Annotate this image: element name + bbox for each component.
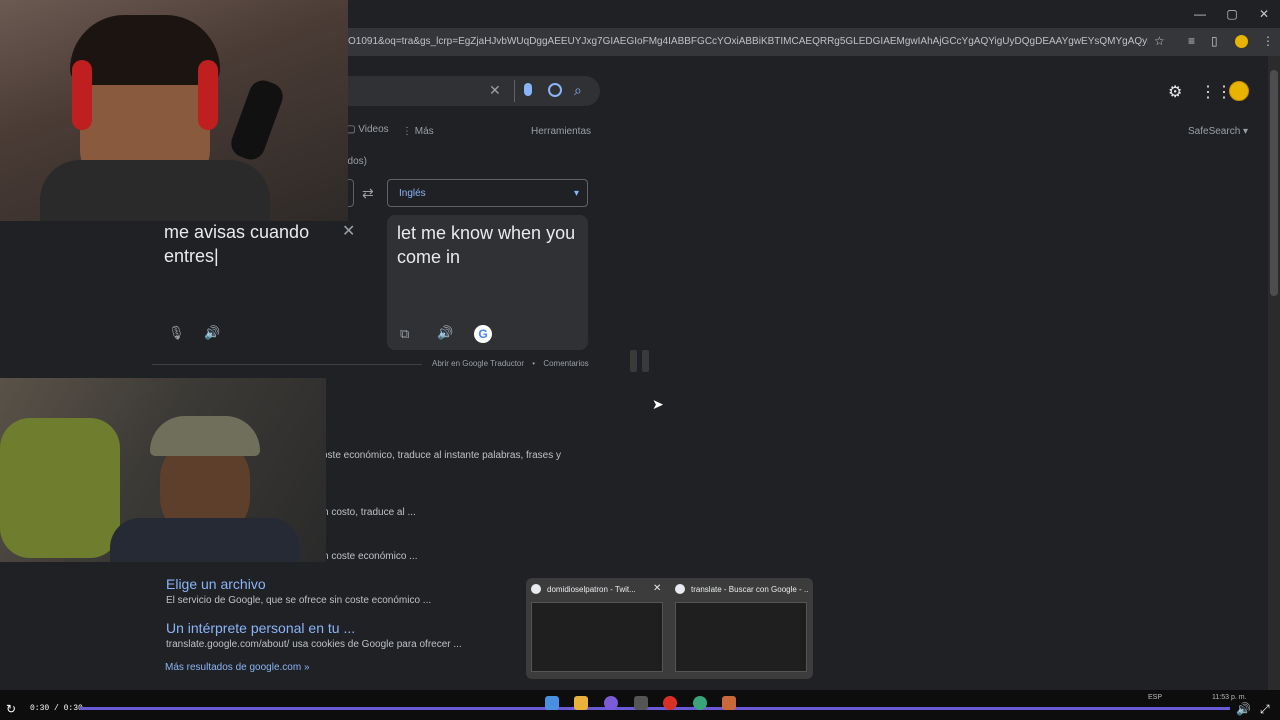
search-icon[interactable]: ⌕ — [574, 82, 582, 99]
search-divider — [514, 80, 515, 102]
volume-icon[interactable]: 🔊 — [1236, 702, 1251, 716]
copy-icon[interactable]: ⧉ — [400, 326, 409, 342]
menu-kebab-icon[interactable]: ⋮ — [1262, 34, 1274, 48]
taskbar-preview-popup: domidioselpatron - Twit... ✕ translate -… — [526, 578, 813, 679]
file-explorer-icon[interactable] — [574, 696, 588, 710]
preview-title: domidioselpatron - Twit... — [547, 585, 636, 594]
streamer-shirt — [110, 518, 300, 562]
star-icon[interactable]: ☆ — [1154, 34, 1165, 48]
url-text[interactable]: O1091&oq=tra&gs_lcrp=EgZjaHJvbWUqDggAEEU… — [348, 36, 1148, 47]
dropdown-caret-icon: ▾ — [573, 188, 579, 199]
chrome-taskbar-icon[interactable] — [663, 696, 677, 710]
speaker-icon[interactable]: 🔊 — [437, 325, 453, 341]
translator-footer: Abrir en Google Traductor • Comentarios — [432, 359, 589, 368]
separator: • — [532, 359, 536, 368]
playback-progress-bar[interactable] — [80, 707, 1230, 710]
side-panel-icon[interactable]: ▯ — [1211, 34, 1218, 48]
playback-time: 0:30 / 0:30 — [30, 704, 83, 713]
windows-start-icon[interactable] — [545, 696, 559, 710]
camo-cap — [150, 416, 260, 456]
background-blanket — [0, 418, 120, 558]
result-title-link[interactable]: Un intérprete personal en tu ... — [166, 620, 355, 636]
window-controls: — ▢ ✕ — [1184, 0, 1280, 28]
profile-avatar[interactable] — [1235, 35, 1248, 48]
source-text-input[interactable]: me avisas cuando entres| — [164, 220, 334, 268]
result-title-link[interactable]: Elige un archivo — [166, 576, 266, 592]
preview-thumbnail[interactable] — [531, 602, 663, 672]
speaker-icon[interactable]: 🔊 — [204, 325, 220, 341]
divider — [152, 364, 422, 365]
chrome-icon — [531, 584, 541, 594]
mouse-cursor-icon: ➤ — [652, 396, 664, 412]
tools-button[interactable]: Herramientas — [531, 126, 591, 137]
fullscreen-icon[interactable]: ⤢ — [1260, 702, 1270, 717]
app-icon[interactable] — [604, 696, 618, 710]
scrollbar-thumb[interactable] — [1270, 70, 1278, 296]
system-clock: 11:53 p. m. — [1212, 694, 1247, 701]
headphones — [72, 60, 92, 130]
clear-search-icon[interactable]: ✕ — [489, 82, 501, 99]
safesearch-button[interactable]: SafeSearch ▾ — [1188, 126, 1248, 137]
tab-more[interactable]: ⋮ Más — [402, 126, 434, 137]
lens-search-icon[interactable] — [548, 83, 562, 97]
clear-source-icon[interactable]: ✕ — [342, 221, 355, 241]
target-language-select[interactable]: Inglés ▾ — [387, 179, 588, 207]
result-snippet: n coste económico ... — [323, 551, 418, 562]
replay-icon[interactable]: ↻ — [6, 702, 16, 716]
result-snippet: n costo, traduce al ... — [323, 507, 416, 518]
result-snippet: translate.google.com/about/ usa cookies … — [166, 639, 462, 650]
dropdown-caret-icon: ▾ — [1243, 126, 1249, 137]
swap-languages-icon[interactable]: ⇄ — [362, 185, 374, 202]
webcam-overlay-top — [0, 0, 348, 221]
open-translator-link[interactable]: Abrir en Google Traductor — [432, 359, 524, 368]
app-icon[interactable] — [634, 696, 648, 710]
restore-button[interactable]: ▢ — [1216, 7, 1248, 21]
result-snippet: oste económico, traduce al instante pala… — [322, 450, 562, 461]
minimize-button[interactable]: — — [1184, 7, 1216, 21]
microphone — [227, 76, 287, 164]
preview-thumbnail[interactable] — [675, 602, 807, 672]
more-dots-icon: ⋮ — [402, 126, 412, 137]
app-icon[interactable] — [693, 696, 707, 710]
streamer-shirt — [40, 160, 270, 221]
google-logo-icon[interactable]: G — [474, 325, 492, 343]
result-snippet: El servicio de Google, que se ofrece sin… — [166, 595, 432, 606]
translated-text: let me know when you come in — [397, 223, 576, 267]
pause-overlay-icon[interactable] — [630, 350, 652, 372]
app-icon[interactable] — [722, 696, 736, 710]
feedback-link[interactable]: Comentarios — [543, 359, 588, 368]
tab-videos[interactable]: ▢ Videos — [346, 124, 389, 135]
account-avatar[interactable] — [1229, 81, 1249, 101]
close-window-button[interactable]: ✕ — [1248, 7, 1280, 21]
headphones — [198, 60, 218, 130]
preview-title: translate - Buscar con Google - ... — [691, 585, 809, 594]
voice-search-icon[interactable] — [524, 83, 532, 96]
microphone-icon[interactable]: 🎙 — [168, 325, 185, 341]
webcam-overlay-bottom — [0, 378, 326, 562]
chrome-icon — [675, 584, 685, 594]
more-results-link[interactable]: Más resultados de google.com » — [165, 662, 310, 673]
close-preview-icon[interactable]: ✕ — [653, 583, 661, 594]
apps-grid-icon[interactable]: ⋮⋮ — [1200, 82, 1232, 102]
reading-list-icon[interactable]: ≡ — [1188, 34, 1195, 48]
settings-gear-icon[interactable]: ⚙ — [1168, 82, 1182, 102]
input-language[interactable]: ESP — [1148, 694, 1162, 701]
